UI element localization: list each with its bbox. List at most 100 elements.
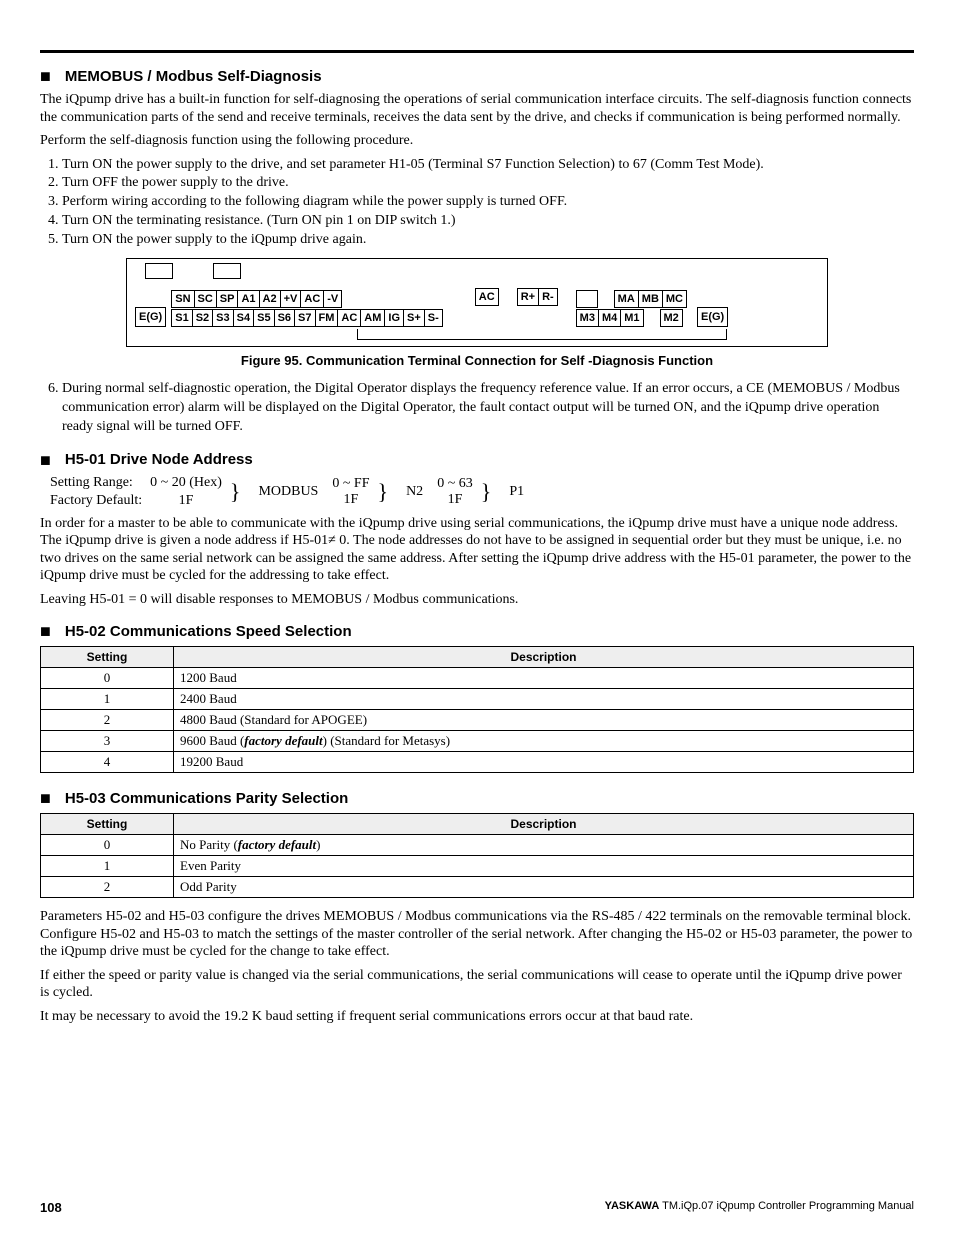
terminal-s7: S7 — [294, 309, 314, 327]
th-description: Description — [174, 647, 914, 668]
spec-default-val: 1F — [150, 493, 222, 509]
th-description: Description — [174, 814, 914, 835]
h503-description: Odd Parity — [174, 877, 914, 898]
page-number: 108 — [40, 1200, 62, 1215]
para-h501-b: Leaving H5-01 = 0 will disable responses… — [40, 591, 914, 609]
terminal-eg-left: E(G) — [135, 307, 166, 327]
spec-n2-range: 0 ~ FF — [332, 476, 369, 492]
h502-row: 24800 Baud (Standard for APOGEE) — [41, 710, 914, 731]
step-4: Turn ON the terminating resistance. (Tur… — [62, 212, 914, 231]
h502-setting: 3 — [41, 731, 174, 752]
terminal-ac: AC — [300, 290, 323, 308]
procedure-list-a: Turn ON the power supply to the drive, a… — [40, 156, 914, 250]
top-rule — [40, 50, 914, 53]
procedure-list-b: During normal self-diagnostic operation,… — [40, 380, 914, 437]
spec-p1-range: 0 ~ 63 — [437, 476, 473, 492]
heading-h502-text: H5-02 Communications Speed Selection — [65, 623, 352, 640]
h503-setting: 2 — [41, 877, 174, 898]
terminal-eg-right: E(G) — [697, 307, 728, 327]
terminal-mb: MB — [638, 290, 662, 308]
para-intro2: Perform the self-diagnosis function usin… — [40, 132, 914, 150]
heading-h503: ■ H5-03 Communications Parity Selection — [40, 789, 914, 807]
h503-row: 1Even Parity — [41, 856, 914, 877]
heading-h503-text: H5-03 Communications Parity Selection — [65, 790, 348, 807]
terminal-s2: S2 — [192, 309, 212, 327]
step-5: Turn ON the power supply to the iQpump d… — [62, 231, 914, 250]
terminal-m3: M3 — [576, 309, 598, 327]
terminal-ma: MA — [614, 290, 638, 308]
terminal-ig: IG — [384, 309, 403, 327]
heading-h502: ■ H5-02 Communications Speed Selection — [40, 622, 914, 640]
h502-setting: 4 — [41, 752, 174, 773]
terminal-s3: S3 — [212, 309, 232, 327]
figure-caption: Figure 95. Communication Terminal Connec… — [40, 353, 914, 368]
para-h5023-b: If either the speed or parity value is c… — [40, 967, 914, 1002]
wiring-loop-icon — [357, 329, 727, 340]
document-page: ■ MEMOBUS / Modbus Self-Diagnosis The iQ… — [0, 0, 954, 1235]
brace-icon: } — [378, 479, 389, 505]
step-3: Perform wiring according to the followin… — [62, 193, 914, 212]
h502-setting: 1 — [41, 689, 174, 710]
terminal-sn: SN — [171, 290, 193, 308]
h502-description: 2400 Baud — [174, 689, 914, 710]
terminal-s-minus: S- — [424, 309, 443, 327]
diagram-box-icon — [145, 263, 173, 279]
h502-description: 9600 Baud (factory default) (Standard fo… — [174, 731, 914, 752]
terminal-a1: A1 — [237, 290, 258, 308]
terminal-r-plus: R+ — [517, 288, 538, 306]
footer-doc-title: TM.iQp.07 iQpump Controller Programming … — [659, 1200, 914, 1212]
terminal-ac-mid: AC — [475, 288, 499, 306]
terminal-am: AM — [360, 309, 384, 327]
heading-h501-text: H5-01 Drive Node Address — [65, 451, 253, 468]
terminal-row-upper: SN SC SP A1 A2 +V AC -V — [171, 290, 443, 308]
h503-setting: 1 — [41, 856, 174, 877]
terminal-diagram: E(G) SN SC SP A1 A2 +V AC -V S1 S2 S3 — [126, 258, 828, 347]
factory-default-label: factory default — [238, 837, 316, 852]
step-6: During normal self-diagnostic operation,… — [62, 380, 914, 437]
h502-row: 12400 Baud — [41, 689, 914, 710]
terminal-r-minus: R- — [538, 288, 558, 306]
h502-table: Setting Description 01200 Baud12400 Baud… — [40, 646, 914, 773]
heading-selfdiag: ■ MEMOBUS / Modbus Self-Diagnosis — [40, 67, 914, 85]
spec-range-val: 0 ~ 20 (Hex) — [150, 475, 222, 491]
step-2: Turn OFF the power supply to the drive. — [62, 174, 914, 193]
spec-p1-default: 1F — [448, 492, 463, 508]
spec-p1: P1 — [509, 484, 524, 500]
terminal-sp: SP — [216, 290, 238, 308]
brace-icon: } — [230, 479, 241, 505]
spec-label-default: Factory Default: — [50, 493, 142, 509]
square-bullet-icon: ■ — [40, 622, 51, 640]
h501-spec-block: Setting Range: 0 ~ 20 (Hex) Factory Defa… — [50, 475, 914, 509]
h503-description: Even Parity — [174, 856, 914, 877]
spec-n2: N2 — [406, 484, 423, 500]
h502-row: 39600 Baud (factory default) (Standard f… — [41, 731, 914, 752]
terminal-plus-v: +V — [280, 290, 301, 308]
terminal-minus-v: -V — [323, 290, 342, 308]
terminal-s5: S5 — [253, 309, 273, 327]
terminal-m1: M1 — [620, 309, 643, 327]
terminal-row-lower: S1 S2 S3 S4 S5 S6 S7 FM AC AM IG S+ S- — [171, 309, 443, 327]
square-bullet-icon: ■ — [40, 67, 51, 85]
h502-description: 4800 Baud (Standard for APOGEE) — [174, 710, 914, 731]
terminal-s-plus: S+ — [403, 309, 424, 327]
spec-n2-default: 1F — [344, 492, 359, 508]
h503-description: No Parity (factory default) — [174, 835, 914, 856]
h502-setting: 0 — [41, 668, 174, 689]
h502-row: 01200 Baud — [41, 668, 914, 689]
h503-table: Setting Description 0No Parity (factory … — [40, 813, 914, 898]
spec-modbus: MODBUS — [258, 484, 318, 500]
factory-default-label: factory default — [244, 733, 322, 748]
terminal-a2: A2 — [259, 290, 280, 308]
th-setting: Setting — [41, 647, 174, 668]
footer-brand: YASKAWA — [605, 1200, 660, 1212]
terminal-s4: S4 — [233, 309, 253, 327]
page-footer: 108 YASKAWA TM.iQp.07 iQpump Controller … — [40, 1200, 914, 1215]
diagram-box-icon — [213, 263, 241, 279]
terminal-sc: SC — [194, 290, 216, 308]
terminal-mc: MC — [662, 290, 687, 308]
footer-doc-ref: YASKAWA TM.iQp.07 iQpump Controller Prog… — [605, 1200, 914, 1215]
h503-row: 2Odd Parity — [41, 877, 914, 898]
heading-selfdiag-text: MEMOBUS / Modbus Self-Diagnosis — [65, 68, 322, 85]
terminal-m2: M2 — [660, 309, 683, 327]
heading-h501: ■ H5-01 Drive Node Address — [40, 451, 914, 469]
